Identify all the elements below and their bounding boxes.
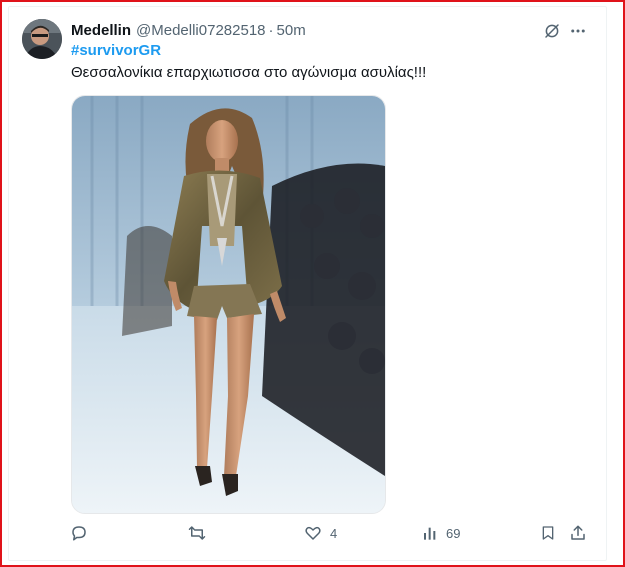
views-count: 69 — [446, 525, 461, 541]
like-button[interactable]: 4 — [304, 524, 337, 542]
reply-icon — [72, 526, 86, 541]
retweet-icon — [188, 526, 206, 540]
hashtag-link[interactable]: #survivorGR — [71, 42, 161, 59]
tweet-time[interactable]: 50m — [277, 22, 306, 39]
author-name[interactable]: Medellin — [71, 22, 131, 39]
bookmark-button[interactable] — [540, 524, 556, 542]
views-icon — [424, 527, 436, 540]
likes-count: 4 — [330, 525, 338, 541]
more-icon[interactable] — [567, 20, 589, 42]
tweet-photo[interactable] — [71, 95, 386, 514]
separator-dot: · — [268, 21, 274, 39]
views-button[interactable]: 69 — [422, 524, 460, 542]
tweet-text: Θεσσαλονίκια επαρχιωτισσα στο αγώνισμα α… — [71, 64, 427, 81]
share-button[interactable] — [569, 524, 587, 542]
share-icon — [571, 525, 585, 540]
action-bar: 4 69 — [0, 524, 625, 546]
heart-icon — [305, 526, 321, 540]
retweet-button[interactable] — [187, 524, 207, 542]
author-handle[interactable]: @Medelli07282518 — [136, 22, 266, 39]
tweet-header: Medellin @Medelli07282518 · 50m — [71, 20, 306, 40]
avatar[interactable] — [22, 19, 62, 59]
bookmark-icon — [542, 526, 554, 540]
reply-button[interactable] — [70, 524, 88, 542]
grok-icon[interactable] — [541, 20, 563, 42]
